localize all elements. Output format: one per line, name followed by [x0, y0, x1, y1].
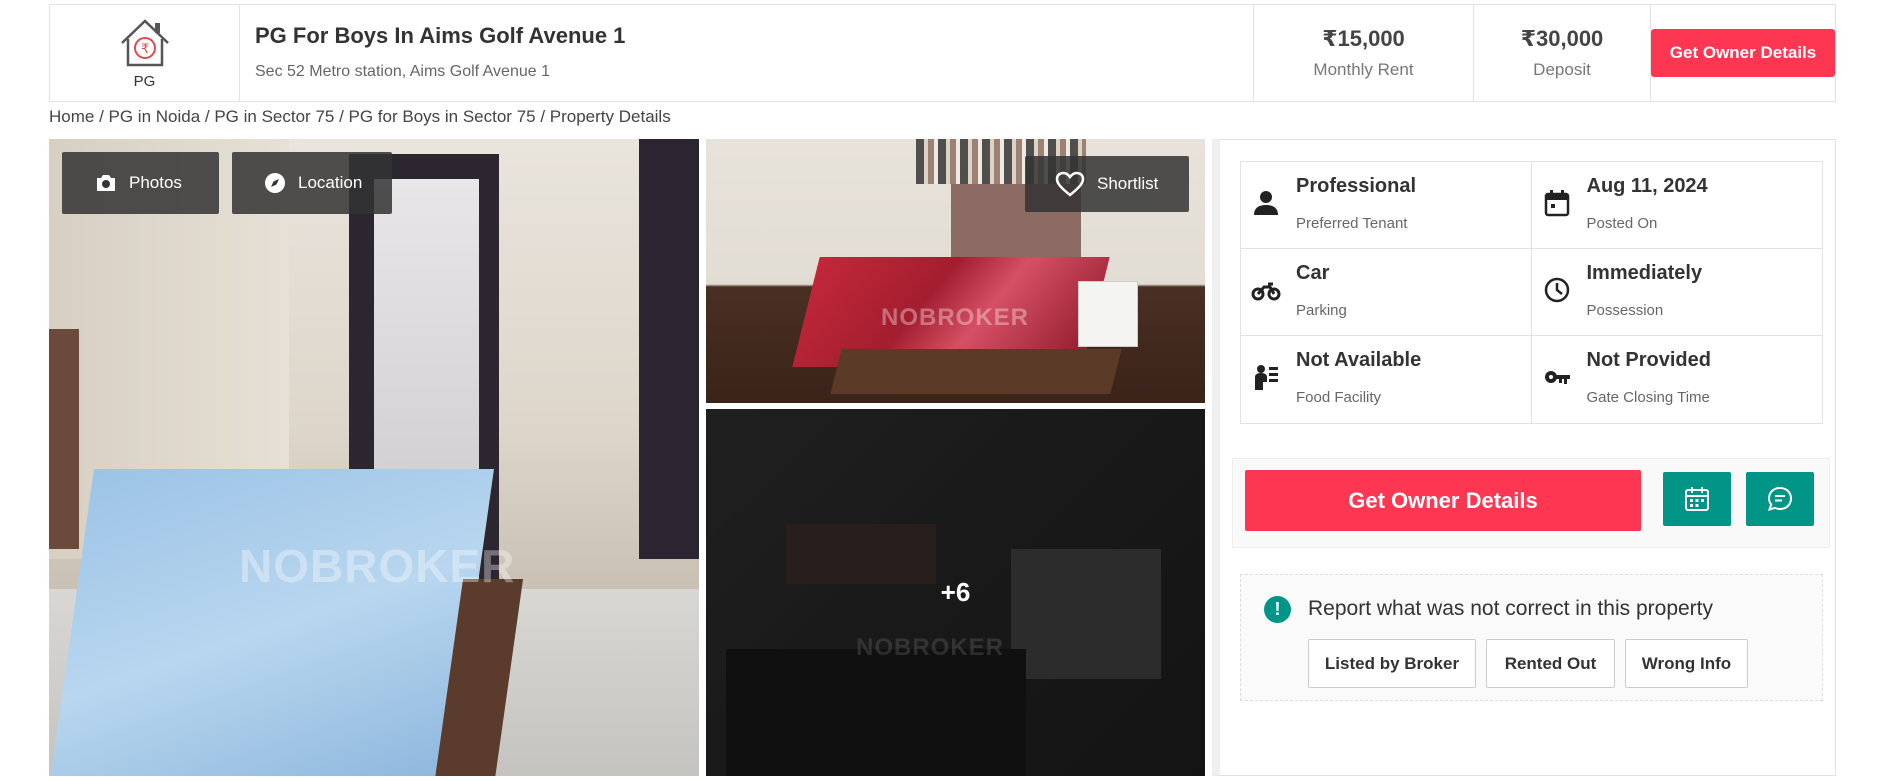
detail-value: Car: [1296, 262, 1330, 284]
clock-icon: [1544, 277, 1569, 303]
house-rupee-icon: ₹: [120, 18, 169, 66]
get-owner-details-button[interactable]: Get Owner Details: [1245, 470, 1641, 531]
property-title[interactable]: PG For Boys In Aims Golf Avenue 1: [255, 23, 1253, 49]
deposit-block: ₹30,000 Deposit: [1473, 5, 1650, 101]
rent-value: ₹15,000: [1322, 26, 1405, 51]
detail-value: Aug 11, 2024: [1586, 175, 1708, 197]
detail-value: Not Provided: [1586, 349, 1711, 371]
details-panel: Professional Preferred Tenant Aug 11, 20…: [1212, 139, 1836, 776]
report-box: ! Report what was not correct in this pr…: [1240, 574, 1823, 701]
watermark: NOBROKER: [881, 304, 1030, 331]
calendar-icon: [1685, 487, 1709, 511]
detail-label: Posted On: [1586, 215, 1658, 232]
detail-gate-closing-time: Not Provided Gate Closing Time: [1532, 336, 1823, 423]
food-icon: [1255, 365, 1278, 390]
detail-value: Immediately: [1586, 262, 1703, 284]
detail-parking: Car Parking: [1241, 249, 1532, 336]
property-address: Sec 52 Metro station, Aims Golf Avenue 1: [255, 63, 550, 80]
detail-label: Food Facility: [1296, 389, 1382, 406]
alert-icon: !: [1264, 596, 1291, 623]
report-text: Report what was not correct in this prop…: [1308, 597, 1714, 620]
detail-label: Parking: [1296, 302, 1347, 319]
details-grid: Professional Preferred Tenant Aug 11, 20…: [1240, 161, 1823, 424]
rent-block: ₹15,000 Monthly Rent: [1253, 5, 1473, 101]
svg-text:₹: ₹: [140, 42, 148, 57]
detail-possession: Immediately Possession: [1531, 249, 1822, 336]
pg-label: PG: [133, 72, 156, 90]
detail-posted-on: Aug 11, 2024 Posted On: [1531, 162, 1822, 249]
deposit-label: Deposit: [1533, 60, 1591, 79]
shortlist-button[interactable]: Shortlist: [1025, 156, 1189, 212]
breadcrumb[interactable]: Home / PG in Noida / PG in Sector 75 / P…: [49, 107, 671, 127]
detail-preferred-tenant: Professional Preferred Tenant: [1241, 162, 1532, 249]
detail-food-facility: Not Available Food Facility: [1241, 336, 1532, 423]
schedule-visit-button[interactable]: [1663, 472, 1731, 526]
main-photo[interactable]: NOBROKER: [49, 139, 699, 776]
chat-icon: [1767, 486, 1793, 512]
property-header: ₹ PG PG For Boys In Aims Golf Avenue 1 S…: [49, 4, 1836, 102]
photos-label: Photos: [129, 173, 182, 192]
deposit-value: ₹30,000: [1520, 26, 1604, 51]
location-button[interactable]: Location: [232, 152, 392, 214]
photo-gallery: NOBROKER NOBROKER NOBROKER +6 Photos Loc…: [49, 139, 1205, 776]
chat-button[interactable]: [1746, 472, 1814, 526]
shortlist-label: Shortlist: [1097, 174, 1159, 193]
report-wrong-info-button[interactable]: Wrong Info: [1625, 639, 1748, 688]
key-icon: [1544, 371, 1570, 384]
report-listed-by-broker-button[interactable]: Listed by Broker: [1308, 639, 1476, 688]
more-photos-tile[interactable]: NOBROKER +6: [706, 409, 1205, 776]
cta-bar: Get Owner Details: [1232, 458, 1830, 548]
compass-icon: [265, 173, 285, 193]
detail-label: Gate Closing Time: [1586, 389, 1710, 406]
camera-icon: [97, 175, 115, 191]
more-photos-count: +6: [940, 577, 971, 607]
motorbike-icon: [1251, 282, 1281, 301]
header-get-owner-details-button[interactable]: Get Owner Details: [1651, 29, 1835, 77]
rent-label: Monthly Rent: [1313, 60, 1414, 79]
photos-button[interactable]: Photos: [62, 152, 219, 214]
detail-label: Possession: [1586, 302, 1664, 319]
detail-value: Not Available: [1296, 349, 1422, 371]
watermark: NOBROKER: [239, 540, 516, 592]
detail-label: Preferred Tenant: [1296, 215, 1408, 232]
person-icon: [1254, 191, 1278, 215]
location-label: Location: [298, 173, 363, 192]
heart-icon: [1055, 171, 1085, 197]
calendar-icon: [1544, 190, 1569, 217]
detail-value: Professional: [1296, 175, 1417, 197]
pg-logo: ₹ PG: [50, 5, 240, 101]
report-rented-out-button[interactable]: Rented Out: [1486, 639, 1615, 688]
